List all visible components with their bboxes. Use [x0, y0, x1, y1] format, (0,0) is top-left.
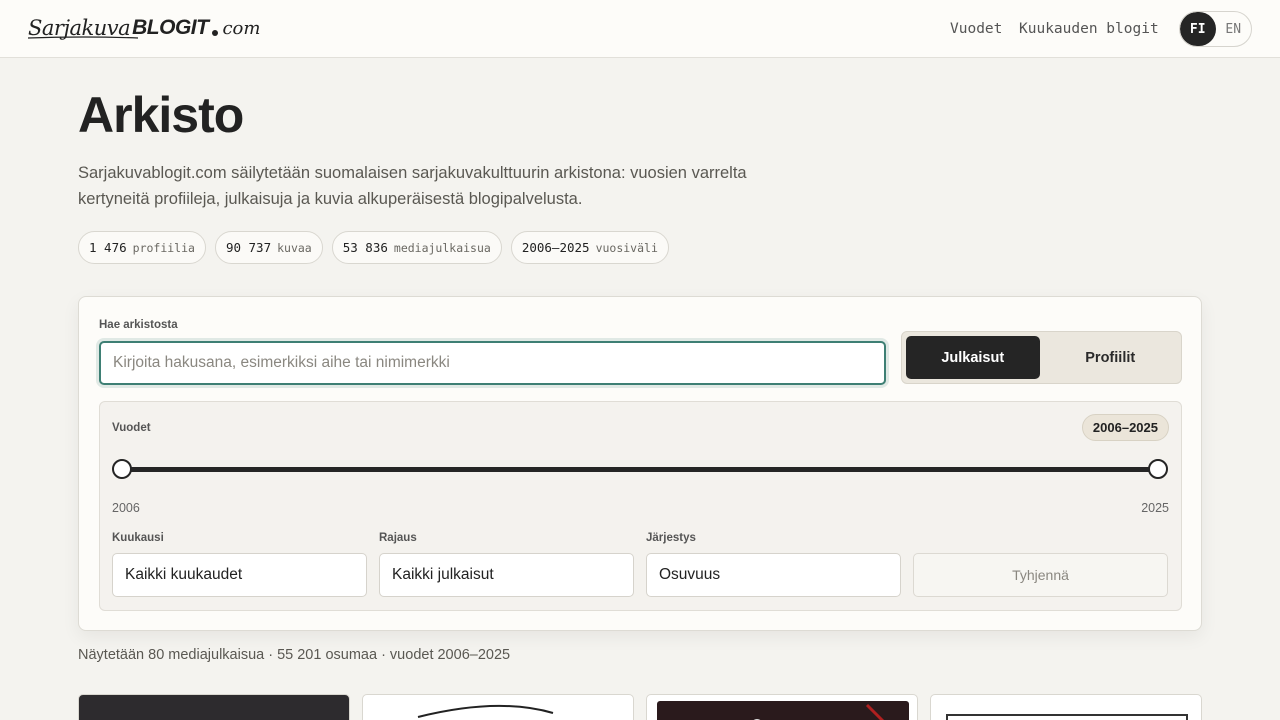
year-slider-end-handle[interactable]	[1148, 459, 1168, 479]
year-slider-track[interactable]	[122, 467, 1158, 472]
stat-number: 53 836	[342, 240, 388, 255]
page-title: Arkisto	[78, 87, 244, 143]
sort-select-value: Osuvuus	[659, 566, 721, 583]
nav-link-vuodet[interactable]: Vuodet	[950, 0, 1002, 58]
result-card[interactable]	[78, 694, 350, 720]
stat-number: 2006–2025	[521, 240, 590, 255]
stat-media-posts: 53 836 mediajulkaisua	[331, 231, 502, 264]
stat-label: profiilia	[132, 240, 195, 255]
stat-images: 90 737 kuvaa	[214, 231, 323, 264]
year-min-label: 2006	[112, 501, 140, 515]
scope-select[interactable]: Kaikki julkaisut	[379, 553, 634, 597]
search-mode-toggle: Julkaisut Profiilit	[901, 331, 1182, 384]
month-label: Kuukausi	[112, 532, 164, 544]
mode-julkaisut-button[interactable]: Julkaisut	[906, 336, 1040, 379]
results-summary: Näytetään 80 mediajulkaisua · 55 201 osu…	[78, 647, 511, 663]
comic-thumbnail-icon	[657, 701, 909, 720]
scope-select-value: Kaikki julkaisut	[392, 566, 494, 583]
logo-dot	[212, 30, 219, 36]
lang-en-button[interactable]: EN	[1216, 12, 1252, 46]
stat-label: mediajulkaisua	[393, 240, 491, 255]
search-label: Hae arkistosta	[99, 319, 178, 331]
stat-label: kuvaa	[277, 240, 312, 255]
search-panel: Hae arkistosta Julkaisut Profiilit Vuode…	[78, 296, 1202, 631]
logo-com: com	[222, 17, 261, 39]
intro-text: Sarjakuvablogit.com säilytetään suomalai…	[78, 164, 747, 208]
sort-label: Järjestys	[646, 532, 696, 544]
years-label: Vuodet	[112, 422, 151, 434]
month-select-value: Kaikki kuukaudet	[125, 566, 243, 583]
year-range-badge: 2006–2025	[1081, 414, 1169, 441]
stat-number: 90 737	[225, 240, 272, 255]
clear-filters-button[interactable]: Tyhjennä	[913, 553, 1168, 597]
stat-label: vuosiväli	[595, 240, 658, 255]
scope-label: Rajaus	[379, 532, 417, 544]
top-bar: Sarjakuva BLOGIT com Vuodet Kuukauden bl…	[0, 0, 1280, 58]
filters-box: Vuodet 2006–2025 2006 2025 Kuukausi Kaik…	[99, 401, 1182, 611]
result-card[interactable]	[646, 694, 918, 720]
site-logo[interactable]: Sarjakuva BLOGIT com	[28, 10, 260, 46]
year-slider-start-handle[interactable]	[112, 459, 132, 479]
stat-year-range: 2006–2025 vuosiväli	[510, 231, 669, 264]
sort-select[interactable]: Osuvuus	[646, 553, 901, 597]
mode-profiilit-button[interactable]: Profiilit	[1044, 336, 1178, 379]
result-card[interactable]	[930, 694, 1202, 720]
stat-profiles: 1 476 profiilia	[78, 231, 206, 264]
nav-link-kuukauden-blogit[interactable]: Kuukauden blogit	[1019, 0, 1159, 58]
language-switcher: FI EN	[1179, 11, 1252, 47]
comic-thumbnail-icon	[946, 714, 1188, 720]
result-card[interactable]	[362, 694, 634, 720]
lang-fi-button[interactable]: FI	[1180, 12, 1216, 46]
logo-bold: BLOGIT	[132, 16, 209, 39]
logo-underline-icon	[28, 36, 138, 39]
search-input[interactable]	[99, 341, 886, 385]
stats-row: 1 476 profiilia 90 737 kuvaa 53 836 medi…	[78, 231, 669, 264]
comic-thumbnail-icon	[417, 704, 554, 718]
month-select[interactable]: Kaikki kuukaudet	[112, 553, 367, 597]
stat-number: 1 476	[89, 240, 127, 255]
year-max-label: 2025	[1141, 501, 1169, 515]
